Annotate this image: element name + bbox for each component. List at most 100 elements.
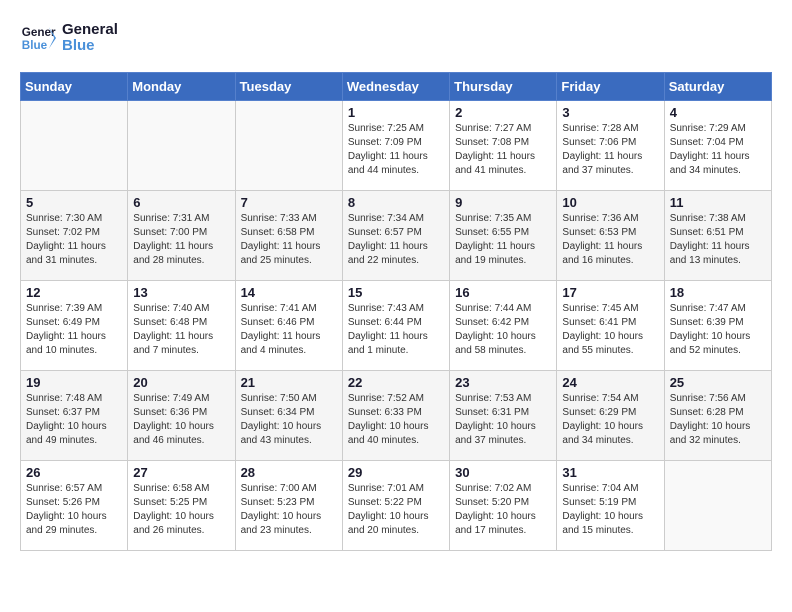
calendar-cell: 28 Sunrise: 7:00 AM Sunset: 5:23 PM Dayli…	[235, 461, 342, 551]
day-number: 3	[562, 105, 658, 120]
day-number: 21	[241, 375, 337, 390]
day-info: Sunrise: 7:48 AM Sunset: 6:37 PM Dayligh…	[26, 392, 122, 448]
day-info: Sunrise: 7:35 AM Sunset: 6:55 PM Dayligh…	[455, 212, 551, 268]
day-number: 6	[133, 195, 229, 210]
day-info: Sunrise: 7:47 AM Sunset: 6:39 PM Dayligh…	[670, 302, 766, 358]
day-number: 7	[241, 195, 337, 210]
calendar-week-row: 5 Sunrise: 7:30 AM Sunset: 7:02 PM Daylig…	[21, 191, 772, 281]
day-number: 22	[348, 375, 444, 390]
header: General Blue General Blue	[20, 20, 772, 56]
svg-text:Blue: Blue	[22, 39, 48, 52]
day-number: 25	[670, 375, 766, 390]
day-number: 17	[562, 285, 658, 300]
day-info: Sunrise: 7:41 AM Sunset: 6:46 PM Dayligh…	[241, 302, 337, 358]
calendar-cell: 16Sunrise: 7:44 AM Sunset: 6:42 PM Dayli…	[450, 281, 557, 371]
calendar-cell: 8 Sunrise: 7:34 AM Sunset: 6:57 PM Daylig…	[342, 191, 449, 281]
calendar: SundayMondayTuesdayWednesdayThursdayFrid…	[20, 72, 772, 551]
calendar-cell: 1Sunrise: 7:25 AM Sunset: 7:09 PM Daylig…	[342, 101, 449, 191]
day-info: Sunrise: 7:40 AM Sunset: 6:48 PM Dayligh…	[133, 302, 229, 358]
day-number: 8	[348, 195, 444, 210]
calendar-cell: 11Sunrise: 7:38 AM Sunset: 6:51 PM Dayli…	[664, 191, 771, 281]
calendar-cell: 5 Sunrise: 7:30 AM Sunset: 7:02 PM Daylig…	[21, 191, 128, 281]
calendar-week-row: 12 Sunrise: 7:39 AM Sunset: 6:49 PM Dayli…	[21, 281, 772, 371]
day-info: Sunrise: 7:34 AM Sunset: 6:57 PM Dayligh…	[348, 212, 444, 268]
day-info: Sunrise: 7:45 AM Sunset: 6:41 PM Dayligh…	[562, 302, 658, 358]
calendar-cell: 6 Sunrise: 7:31 AM Sunset: 7:00 PM Daylig…	[128, 191, 235, 281]
calendar-cell	[235, 101, 342, 191]
day-info: Sunrise: 7:27 AM Sunset: 7:08 PM Dayligh…	[455, 122, 551, 178]
day-number: 13	[133, 285, 229, 300]
weekday-header: Friday	[557, 73, 664, 101]
day-info: Sunrise: 7:33 AM Sunset: 6:58 PM Dayligh…	[241, 212, 337, 268]
weekday-header: Tuesday	[235, 73, 342, 101]
day-number: 1	[348, 105, 444, 120]
weekday-header: Saturday	[664, 73, 771, 101]
weekday-header: Monday	[128, 73, 235, 101]
calendar-cell: 7 Sunrise: 7:33 AM Sunset: 6:58 PM Daylig…	[235, 191, 342, 281]
day-number: 19	[26, 375, 122, 390]
day-number: 15	[348, 285, 444, 300]
weekday-header: Wednesday	[342, 73, 449, 101]
day-number: 12	[26, 285, 122, 300]
day-number: 26	[26, 465, 122, 480]
logo-general: General	[62, 22, 118, 39]
calendar-cell: 9Sunrise: 7:35 AM Sunset: 6:55 PM Daylig…	[450, 191, 557, 281]
calendar-cell: 27Sunrise: 6:58 AM Sunset: 5:25 PM Dayli…	[128, 461, 235, 551]
calendar-cell: 18Sunrise: 7:47 AM Sunset: 6:39 PM Dayli…	[664, 281, 771, 371]
day-info: Sunrise: 7:38 AM Sunset: 6:51 PM Dayligh…	[670, 212, 766, 268]
calendar-cell: 4 Sunrise: 7:29 AM Sunset: 7:04 PM Daylig…	[664, 101, 771, 191]
svg-text:General: General	[22, 26, 56, 39]
day-number: 29	[348, 465, 444, 480]
calendar-week-row: 19 Sunrise: 7:48 AM Sunset: 6:37 PM Dayli…	[21, 371, 772, 461]
calendar-cell: 24 Sunrise: 7:54 AM Sunset: 6:29 PM Dayli…	[557, 371, 664, 461]
day-info: Sunrise: 7:30 AM Sunset: 7:02 PM Dayligh…	[26, 212, 122, 268]
day-info: Sunrise: 7:00 AM Sunset: 5:23 PM Dayligh…	[241, 482, 337, 538]
calendar-cell: 20 Sunrise: 7:49 AM Sunset: 6:36 PM Dayli…	[128, 371, 235, 461]
day-number: 2	[455, 105, 551, 120]
logo-blue: Blue	[62, 38, 118, 55]
calendar-cell: 17 Sunrise: 7:45 AM Sunset: 6:41 PM Dayli…	[557, 281, 664, 371]
calendar-cell	[664, 461, 771, 551]
day-number: 14	[241, 285, 337, 300]
day-number: 27	[133, 465, 229, 480]
calendar-cell: 21 Sunrise: 7:50 AM Sunset: 6:34 PM Dayli…	[235, 371, 342, 461]
day-number: 4	[670, 105, 766, 120]
calendar-cell: 14 Sunrise: 7:41 AM Sunset: 6:46 PM Dayli…	[235, 281, 342, 371]
calendar-cell: 19 Sunrise: 7:48 AM Sunset: 6:37 PM Dayli…	[21, 371, 128, 461]
calendar-cell: 22 Sunrise: 7:52 AM Sunset: 6:33 PM Dayli…	[342, 371, 449, 461]
day-info: Sunrise: 7:29 AM Sunset: 7:04 PM Dayligh…	[670, 122, 766, 178]
day-info: Sunrise: 7:56 AM Sunset: 6:28 PM Dayligh…	[670, 392, 766, 448]
day-info: Sunrise: 7:52 AM Sunset: 6:33 PM Dayligh…	[348, 392, 444, 448]
calendar-cell: 31Sunrise: 7:04 AM Sunset: 5:19 PM Dayli…	[557, 461, 664, 551]
day-info: Sunrise: 7:43 AM Sunset: 6:44 PM Dayligh…	[348, 302, 444, 358]
calendar-cell: 25 Sunrise: 7:56 AM Sunset: 6:28 PM Dayli…	[664, 371, 771, 461]
day-info: Sunrise: 7:28 AM Sunset: 7:06 PM Dayligh…	[562, 122, 658, 178]
calendar-cell: 30Sunrise: 7:02 AM Sunset: 5:20 PM Dayli…	[450, 461, 557, 551]
day-number: 30	[455, 465, 551, 480]
day-info: Sunrise: 7:49 AM Sunset: 6:36 PM Dayligh…	[133, 392, 229, 448]
weekday-header: Thursday	[450, 73, 557, 101]
day-info: Sunrise: 7:01 AM Sunset: 5:22 PM Dayligh…	[348, 482, 444, 538]
day-number: 28	[241, 465, 337, 480]
day-number: 31	[562, 465, 658, 480]
calendar-header-row: SundayMondayTuesdayWednesdayThursdayFrid…	[21, 73, 772, 101]
day-info: Sunrise: 6:57 AM Sunset: 5:26 PM Dayligh…	[26, 482, 122, 538]
day-info: Sunrise: 7:50 AM Sunset: 6:34 PM Dayligh…	[241, 392, 337, 448]
day-info: Sunrise: 7:54 AM Sunset: 6:29 PM Dayligh…	[562, 392, 658, 448]
day-info: Sunrise: 7:36 AM Sunset: 6:53 PM Dayligh…	[562, 212, 658, 268]
weekday-header: Sunday	[21, 73, 128, 101]
calendar-cell	[128, 101, 235, 191]
day-number: 20	[133, 375, 229, 390]
logo: General Blue General Blue	[20, 20, 118, 56]
calendar-cell: 15 Sunrise: 7:43 AM Sunset: 6:44 PM Dayli…	[342, 281, 449, 371]
logo-icon: General Blue	[20, 20, 56, 56]
day-info: Sunrise: 7:39 AM Sunset: 6:49 PM Dayligh…	[26, 302, 122, 358]
calendar-cell: 23Sunrise: 7:53 AM Sunset: 6:31 PM Dayli…	[450, 371, 557, 461]
day-number: 10	[562, 195, 658, 210]
day-number: 24	[562, 375, 658, 390]
calendar-cell: 12 Sunrise: 7:39 AM Sunset: 6:49 PM Dayli…	[21, 281, 128, 371]
day-number: 16	[455, 285, 551, 300]
calendar-cell: 2 Sunrise: 7:27 AM Sunset: 7:08 PM Daylig…	[450, 101, 557, 191]
day-info: Sunrise: 7:31 AM Sunset: 7:00 PM Dayligh…	[133, 212, 229, 268]
day-number: 5	[26, 195, 122, 210]
